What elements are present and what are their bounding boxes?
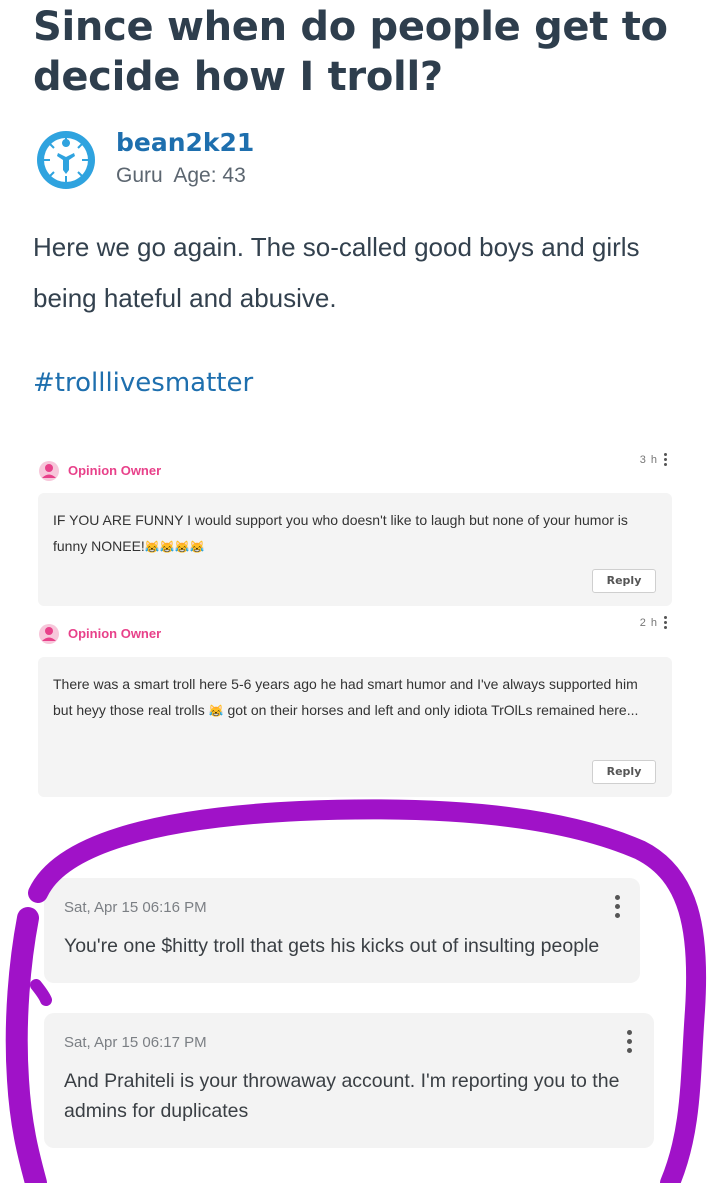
opinion-card: IF YOU ARE FUNNY I would support you who… — [38, 493, 672, 606]
reply-button[interactable]: Reply — [592, 760, 656, 784]
laughing-cat-emoji: 😹😹😹😹 — [144, 540, 205, 554]
author-rank: Guru — [116, 164, 163, 187]
post-title: Since when do people get to decide how I… — [33, 4, 668, 100]
opinion-card: There was a smart troll here 5-6 years a… — [38, 657, 672, 797]
message-text: And Prahiteli is your throwaway account.… — [64, 1070, 620, 1122]
reply-button[interactable]: Reply — [592, 569, 656, 593]
guru-avatar-icon[interactable] — [36, 130, 96, 190]
author-username[interactable]: bean2k21 — [116, 128, 254, 157]
kebab-menu-icon[interactable] — [664, 616, 668, 630]
kebab-menu-icon[interactable] — [664, 453, 668, 467]
opinion-text-after: got on their horses and left and only id… — [227, 702, 639, 718]
opinion-header: Opinion Owner 3 h — [38, 453, 672, 484]
kebab-menu-icon[interactable] — [627, 1030, 632, 1057]
message-timestamp: Sat, Apr 15 06:17 PM — [64, 1034, 207, 1051]
message-timestamp: Sat, Apr 15 06:16 PM — [64, 899, 207, 916]
kebab-menu-icon[interactable] — [615, 895, 620, 922]
opinion-header: Opinion Owner 2 h — [38, 616, 672, 647]
opinion-time: 3 h — [639, 454, 658, 466]
author-info: Guru Age: 43 — [116, 164, 252, 188]
opinion-owner-icon — [39, 461, 59, 481]
message-card: Sat, Apr 15 06:16 PM You're one $hitty t… — [44, 878, 640, 983]
opinion-time: 2 h — [639, 617, 658, 629]
author-age: Age: 43 — [173, 164, 246, 187]
opinion-owner-icon — [39, 624, 59, 644]
post-hashtag[interactable]: #trolllivesmatter — [33, 368, 253, 398]
laughing-cat-emoji: 😹 — [208, 704, 224, 718]
message-card: Sat, Apr 15 06:17 PM And Prahiteli is yo… — [44, 1013, 654, 1148]
message-text: You're one $hitty troll that gets his ki… — [64, 935, 600, 957]
opinion-text: There was a smart troll here 5-6 years a… — [53, 671, 661, 724]
opinion-owner-label: Opinion Owner — [68, 463, 162, 478]
opinion-text: IF YOU ARE FUNNY I would support you who… — [53, 507, 661, 560]
opinion-text-body: IF YOU ARE FUNNY I would support you who… — [53, 512, 628, 554]
opinion-owner-label: Opinion Owner — [68, 626, 162, 641]
post-body: Here we go again. The so-called good boy… — [33, 232, 640, 313]
